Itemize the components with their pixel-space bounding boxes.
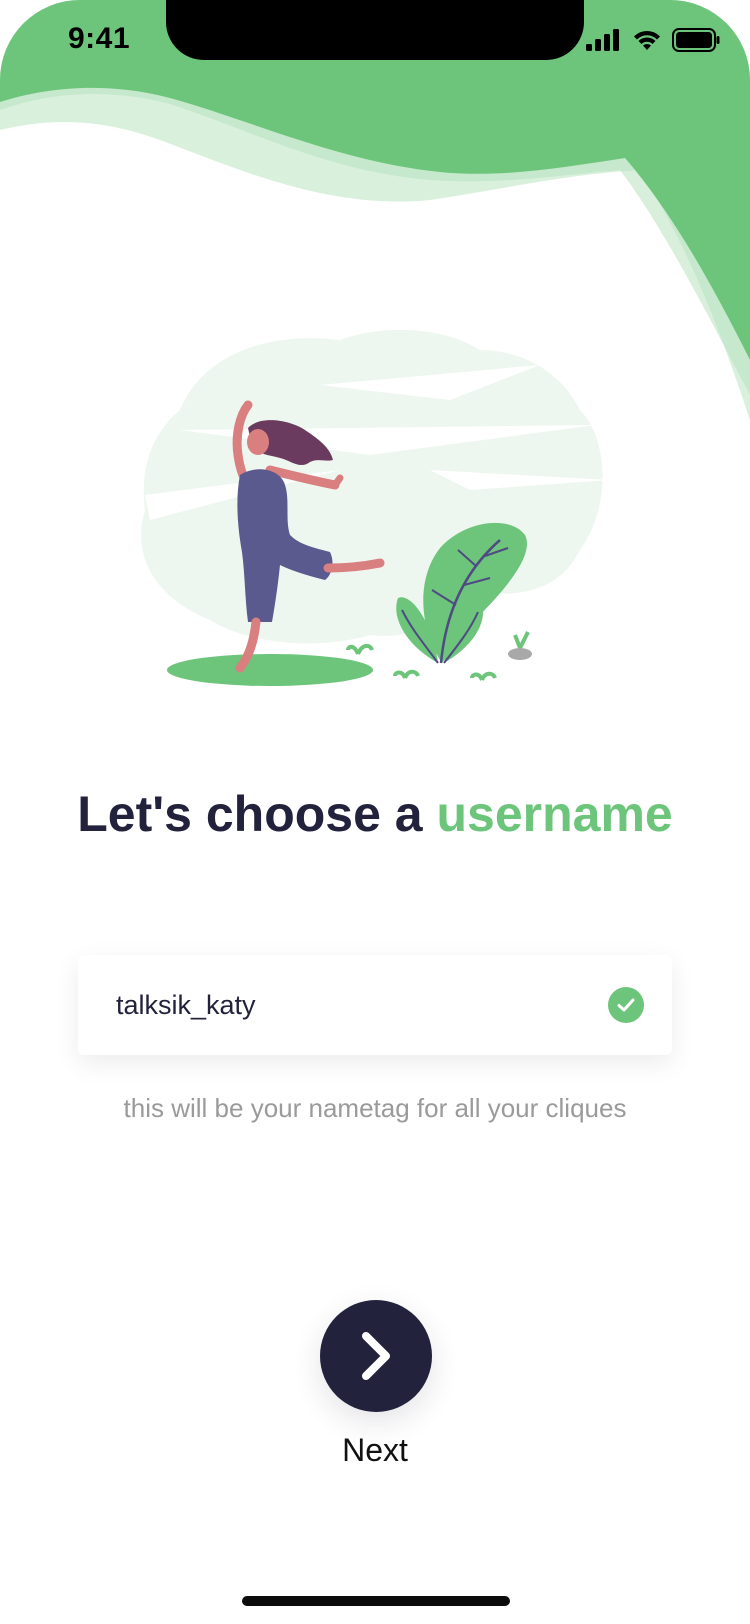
status-icons bbox=[586, 28, 720, 52]
page-title: Let's choose a username bbox=[0, 785, 750, 843]
checkmark-glyph bbox=[617, 998, 635, 1012]
device-notch bbox=[166, 0, 584, 60]
status-time: 9:41 bbox=[68, 22, 131, 55]
screen: 9:41 Let's choose a username talksik_kat… bbox=[0, 0, 750, 1624]
home-indicator bbox=[242, 1596, 510, 1606]
helper-text: this will be your nametag for all your c… bbox=[123, 1093, 627, 1123]
check-circle-icon bbox=[608, 987, 644, 1023]
signal-icon bbox=[586, 29, 619, 51]
battery-icon bbox=[672, 28, 720, 52]
title-accent: username bbox=[436, 786, 673, 842]
username-input-card bbox=[78, 955, 672, 1055]
wifi-icon bbox=[634, 30, 660, 50]
next-label: Next bbox=[342, 1432, 408, 1468]
chevron-right-icon bbox=[362, 1332, 390, 1380]
dancing-woman-illustration bbox=[141, 330, 610, 686]
title-prefix: Let's choose a bbox=[77, 786, 437, 842]
username-input[interactable] bbox=[116, 955, 586, 1055]
next-button[interactable] bbox=[320, 1300, 432, 1412]
